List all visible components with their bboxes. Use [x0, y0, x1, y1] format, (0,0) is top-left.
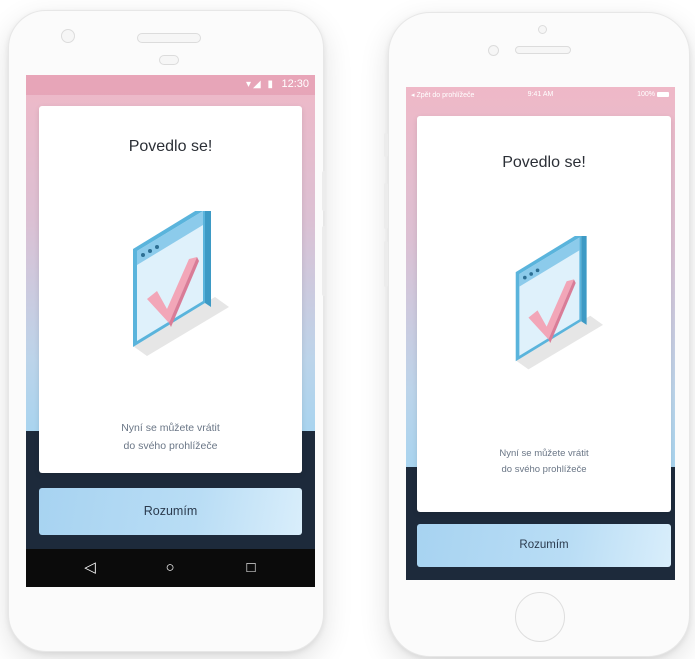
android-screen: ▾◢ ▮ 12:30 Povedlo se! Nyní se můžete vr… — [26, 75, 315, 587]
success-card: Povedlo se! Nyní se můžete vrátit do své… — [39, 106, 302, 473]
proximity-sensor — [488, 45, 499, 56]
proximity-sensor — [159, 55, 179, 65]
message-line-2: do svého prohlížeče — [501, 464, 587, 475]
signal-icons: ▾◢ ▮ — [246, 79, 275, 90]
front-camera — [538, 25, 547, 34]
recents-nav-button[interactable]: □ — [231, 549, 271, 587]
success-card: Povedlo se! Nyní se můžete vrátit do své… — [417, 116, 671, 512]
message-line-1: Nyní se můžete vrátit — [121, 422, 220, 434]
earpiece-speaker — [137, 33, 201, 43]
volume-down-button — [384, 241, 388, 287]
browser-check-illustration — [133, 211, 229, 356]
card-title: Povedlo se! — [502, 154, 586, 171]
status-time: 9:41 AM — [527, 91, 554, 98]
confirm-button[interactable]: Rozumím — [417, 524, 671, 567]
browser-check-illustration — [515, 236, 603, 370]
back-nav-button[interactable]: ◁ — [70, 549, 110, 587]
volume-up-button — [384, 183, 388, 229]
mute-switch — [384, 133, 388, 157]
volume-button — [322, 226, 326, 296]
battery-indicator: 100% — [637, 91, 669, 98]
status-time: 12:30 — [281, 78, 309, 90]
front-camera — [61, 29, 75, 43]
status-bar: ▾◢ ▮ 12:30 — [26, 75, 315, 95]
power-button — [322, 171, 326, 211]
earpiece-speaker — [515, 46, 571, 54]
android-phone: ▾◢ ▮ 12:30 Povedlo se! Nyní se můžete vr… — [8, 10, 326, 652]
battery-icon — [657, 92, 669, 97]
iphone: ◂ Zpět do prohlížeče 9:41 AM 100% Povedl… — [384, 12, 690, 657]
battery-percent: 100% — [637, 91, 655, 98]
card-message: Nyní se můžete vrátit do svého prohlížeč… — [39, 419, 302, 455]
android-nav-bar: ◁ ○ □ — [26, 549, 315, 587]
confirm-button[interactable]: Rozumím — [39, 488, 302, 535]
iphone-screen: ◂ Zpět do prohlížeče 9:41 AM 100% Povedl… — [406, 87, 675, 580]
card-title: Povedlo se! — [128, 138, 213, 155]
message-line-2: do svého prohlížeče — [123, 440, 218, 452]
home-nav-button[interactable]: ○ — [150, 549, 190, 587]
card-message: Nyní se můžete vrátit do svého prohlížeč… — [417, 446, 671, 478]
status-bar: ◂ Zpět do prohlížeče 9:41 AM 100% — [406, 87, 675, 103]
mockup-stage: ▾◢ ▮ 12:30 Povedlo se! Nyní se můžete vr… — [0, 0, 695, 659]
home-button[interactable] — [515, 592, 565, 642]
message-line-1: Nyní se můžete vrátit — [499, 448, 589, 459]
